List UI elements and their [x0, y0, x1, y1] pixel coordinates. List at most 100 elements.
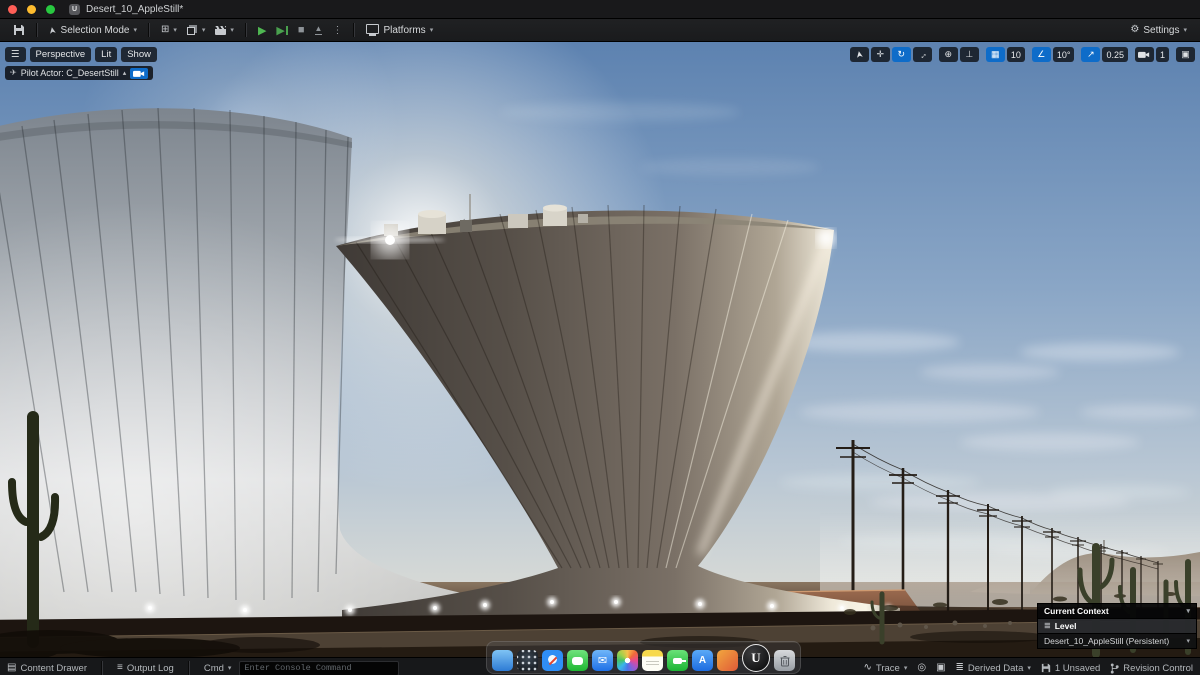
dock-trash-icon[interactable]: [774, 650, 795, 671]
output-log-button[interactable]: ≡ Output Log: [117, 663, 174, 674]
rotation-snap-toggle[interactable]: ∠: [1032, 47, 1051, 62]
screenshot-button[interactable]: ▣: [936, 663, 945, 673]
cinematics-button[interactable]: ▾: [210, 24, 239, 37]
selection-mode-dropdown[interactable]: ➤ Selection Mode ▾: [44, 23, 142, 38]
chevron-down-icon: ▾: [904, 665, 908, 672]
play-icon: ▶: [258, 24, 266, 37]
viewport-options-button[interactable]: ☰: [5, 47, 26, 62]
rotate-icon: ↻: [898, 49, 906, 60]
level-label: Level: [1055, 621, 1077, 631]
cmd-dropdown[interactable]: Cmd ▾: [204, 663, 232, 674]
scale-snap-toggle[interactable]: ↗: [1081, 47, 1100, 62]
rotation-snap-value[interactable]: 10°: [1053, 47, 1075, 62]
camera-speed-value[interactable]: 1: [1156, 47, 1169, 62]
grid-snap-toggle[interactable]: ▦: [986, 47, 1005, 62]
grid-icon: ▦: [991, 49, 1000, 60]
unsaved-button[interactable]: 1 Unsaved: [1041, 663, 1100, 674]
dock-facetime-icon[interactable]: [667, 650, 688, 671]
dock-messages-icon[interactable]: [567, 650, 588, 671]
select-tool-button[interactable]: ➤: [850, 47, 869, 62]
derived-data-label: Derived Data: [968, 663, 1023, 674]
current-context-header[interactable]: Current Context ▾: [1038, 604, 1196, 618]
chevron-down-icon: ▾: [1186, 638, 1190, 645]
current-context-label: Current Context: [1044, 606, 1109, 616]
trace-button[interactable]: ∿ Trace ▾: [863, 663, 907, 674]
add-actor-button[interactable]: ⊞ ▾: [156, 23, 182, 37]
globe-icon: ⊕: [945, 49, 953, 60]
move-icon: ✛: [877, 49, 885, 60]
collapse-icon[interactable]: ▴: [123, 69, 127, 77]
trace-icon: ∿: [863, 663, 871, 673]
target-button[interactable]: ◎: [917, 663, 926, 673]
platforms-dropdown[interactable]: Platforms ▾: [361, 22, 438, 39]
selection-mode-label: Selection Mode: [61, 25, 130, 36]
dock-finder-icon[interactable]: [492, 650, 513, 671]
dock-notes-icon[interactable]: [642, 650, 663, 671]
pilot-actor-bar[interactable]: ✈ Pilot Actor: C_DesertStill ▴: [5, 66, 153, 80]
move-tool-button[interactable]: ✛: [871, 47, 890, 62]
zoom-window-button[interactable]: [46, 5, 55, 14]
drawer-icon: ▤: [7, 663, 16, 673]
unsaved-label: 1 Unsaved: [1055, 663, 1100, 674]
save-button[interactable]: [8, 22, 30, 38]
camera-icon: [1138, 50, 1150, 59]
dock-launchpad-icon[interactable]: [517, 650, 538, 671]
save-icon: [13, 24, 25, 36]
content-drawer-button[interactable]: ▤ Content Drawer: [7, 663, 87, 674]
derived-data-button[interactable]: ≣ Derived Data ▾: [956, 663, 1031, 674]
settings-dropdown[interactable]: ⚙ Settings ▾: [1125, 23, 1192, 38]
scale-snap-icon: ↗: [1087, 49, 1095, 60]
dock-app-store-icon[interactable]: A: [692, 650, 713, 671]
stop-button[interactable]: ■: [293, 22, 310, 38]
toolbar-divider: [36, 23, 38, 37]
scale-snap-value[interactable]: 0.25: [1102, 47, 1128, 62]
perspective-label: Perspective: [36, 49, 86, 60]
dock-creative-app-icon[interactable]: [717, 650, 738, 671]
trace-label: Trace: [876, 663, 900, 674]
show-dropdown[interactable]: Show: [121, 47, 157, 62]
launch-platforms-button[interactable]: ▲: [310, 23, 328, 37]
maximize-viewport-button[interactable]: ▣: [1176, 47, 1195, 62]
frame-icon: ▣: [936, 663, 945, 673]
platforms-label: Platforms: [383, 25, 425, 36]
chevron-down-icon: ▾: [202, 27, 206, 34]
context-level-row: ≣ Level: [1038, 618, 1196, 633]
grid-snap-value[interactable]: 10: [1007, 47, 1025, 62]
play-options-button[interactable]: ⋮: [327, 23, 347, 38]
trash-icon: [780, 655, 790, 667]
dock-safari-icon[interactable]: [542, 650, 563, 671]
branch-icon: [1110, 663, 1119, 674]
maximize-icon: ▣: [1181, 49, 1190, 60]
chevron-down-icon: ▾: [1183, 27, 1187, 34]
window-titlebar: U Desert_10_AppleStill*: [0, 0, 1200, 19]
context-level-dropdown[interactable]: Desert_10_AppleStill (Persistent) ▾: [1038, 633, 1196, 648]
view-mode-dropdown[interactable]: Lit: [95, 47, 117, 62]
skip-frame-button[interactable]: ▶: [271, 22, 292, 39]
skip-icon: ▶: [276, 24, 287, 37]
dock-unreal-editor-icon[interactable]: U: [742, 644, 770, 672]
select-icon: ➤: [853, 50, 865, 59]
dock-photos-icon[interactable]: [617, 650, 638, 671]
pilot-actor-label: Pilot Actor: C_DesertStill: [21, 68, 119, 78]
minimize-window-button[interactable]: [27, 5, 36, 14]
blueprints-button[interactable]: ▾: [182, 23, 211, 37]
perspective-dropdown[interactable]: Perspective: [30, 47, 92, 62]
rotate-tool-button[interactable]: ↻: [892, 47, 911, 62]
rim-glint: [817, 229, 835, 247]
viewport[interactable]: ☰ Perspective Lit Show ➤ ✛ ↻ ↔ ⊕ ⊥ ▦: [0, 42, 1200, 657]
revision-control-button[interactable]: Revision Control: [1110, 663, 1193, 674]
console-command-input[interactable]: [239, 661, 399, 675]
eject-pilot-button[interactable]: [130, 68, 148, 79]
surface-snapping-button[interactable]: ⊥: [960, 47, 979, 62]
close-window-button[interactable]: [8, 5, 17, 14]
viewport-scene[interactable]: [0, 42, 1200, 657]
chevron-down-icon: ▾: [1027, 665, 1031, 672]
hamburger-icon: ☰: [11, 49, 20, 60]
dock-mail-icon[interactable]: ✉: [592, 650, 613, 671]
world-coordinate-button[interactable]: ⊕: [939, 47, 958, 62]
camera-speed-button[interactable]: [1135, 47, 1154, 62]
scale-tool-button[interactable]: ↔: [913, 47, 932, 62]
play-button[interactable]: ▶: [253, 22, 271, 39]
chevron-down-icon: ▾: [173, 27, 177, 34]
toolbar-divider: [148, 23, 150, 37]
